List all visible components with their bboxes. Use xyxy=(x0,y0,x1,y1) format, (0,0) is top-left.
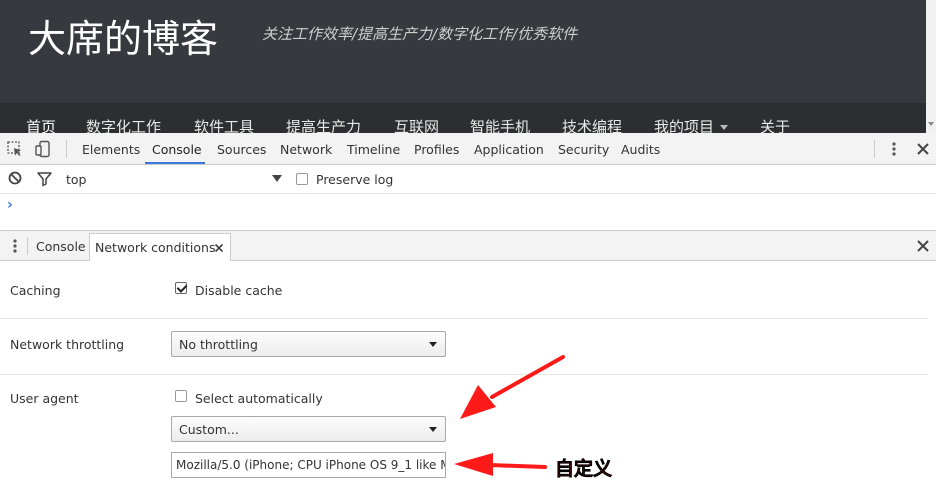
annotation-label: 自定义 xyxy=(555,458,613,481)
blog-nav: 首页 数字化工作 软件工具 提高生产力 互联网 智能手机 技术编程 我的项目 关… xyxy=(0,103,926,133)
nav-item-about[interactable]: 关于 xyxy=(760,116,790,133)
tab-security[interactable]: Security xyxy=(558,142,609,157)
blog-title[interactable]: 大席的博客 xyxy=(28,8,218,63)
toolbar-divider xyxy=(66,140,67,158)
user-agent-preset-select[interactable]: Custom... xyxy=(171,416,446,442)
select-automatically-label[interactable]: Select automatically xyxy=(195,391,323,406)
nav-item-my-projects[interactable]: 我的项目 xyxy=(654,116,729,133)
user-agent-preset-value: Custom... xyxy=(179,422,239,437)
chevron-down-icon xyxy=(429,342,437,347)
network-throttling-label: Network throttling xyxy=(10,337,125,352)
network-throttling-value: No throttling xyxy=(179,337,258,352)
drawer-tab-network-conditions[interactable]: Network conditions xyxy=(89,233,231,262)
tab-sources[interactable]: Sources xyxy=(217,142,266,157)
blog-header: 大席的博客 关注工作效率/提高生产力/数字化工作/优秀软件 首页 数字化工作 软… xyxy=(0,0,926,133)
preserve-log-label[interactable]: Preserve log xyxy=(316,172,393,187)
nav-item-smartphone[interactable]: 智能手机 xyxy=(470,116,530,133)
device-mode-icon[interactable] xyxy=(34,140,52,158)
preserve-log-checkbox[interactable] xyxy=(296,173,308,185)
network-conditions-panel: Caching Disable cache Network throttling… xyxy=(0,261,936,489)
console-toolbar: top Preserve log xyxy=(0,165,936,194)
user-agent-input-value: Mozilla/5.0 (iPhone; CPU iPhone OS 9_1 l… xyxy=(176,458,445,472)
drawer-tab-console[interactable]: Console xyxy=(36,239,86,254)
tab-console[interactable]: Console xyxy=(152,142,202,157)
console-prompt-icon: › xyxy=(7,197,13,213)
close-drawer-icon[interactable] xyxy=(914,237,932,255)
divider xyxy=(0,318,928,319)
page-scrollbar[interactable] xyxy=(926,0,936,133)
nav-item-my-projects-label: 我的项目 xyxy=(654,118,715,133)
user-agent-label: User agent xyxy=(10,391,79,406)
scroll-down-arrow-icon[interactable] xyxy=(928,122,934,126)
nav-item-software-tools[interactable]: 软件工具 xyxy=(194,116,254,133)
nav-item-digital-work[interactable]: 数字化工作 xyxy=(86,116,161,133)
nav-item-home[interactable]: 首页 xyxy=(26,116,56,133)
chevron-down-icon xyxy=(720,125,729,130)
clear-console-icon[interactable] xyxy=(7,170,25,188)
tab-timeline[interactable]: Timeline xyxy=(347,142,400,157)
tab-audits[interactable]: Audits xyxy=(621,142,660,157)
disable-cache-checkbox[interactable] xyxy=(175,282,187,294)
drawer-toolbar: Console Network conditions xyxy=(0,231,936,262)
tab-profiles[interactable]: Profiles xyxy=(414,142,459,157)
nav-item-internet[interactable]: 互联网 xyxy=(394,116,439,133)
divider xyxy=(0,374,928,375)
active-tab-indicator xyxy=(145,162,205,164)
drawer-menu-icon[interactable] xyxy=(6,237,24,255)
network-throttling-select[interactable]: No throttling xyxy=(171,331,446,357)
nav-item-productivity[interactable]: 提高生产力 xyxy=(286,116,361,133)
toolbar-divider xyxy=(27,237,28,255)
drawer-tab-network-conditions-label: Network conditions xyxy=(95,240,216,255)
close-devtools-icon[interactable] xyxy=(914,140,932,158)
caching-label: Caching xyxy=(10,283,61,298)
tab-network[interactable]: Network xyxy=(280,142,332,157)
toolbar-divider xyxy=(874,140,875,158)
user-agent-input[interactable]: Mozilla/5.0 (iPhone; CPU iPhone OS 9_1 l… xyxy=(171,452,446,478)
filter-icon[interactable] xyxy=(36,170,54,188)
console-output[interactable]: › xyxy=(0,194,936,231)
context-select[interactable]: top xyxy=(66,172,86,187)
select-automatically-checkbox[interactable] xyxy=(175,390,187,402)
context-dropdown-arrow-icon[interactable] xyxy=(272,175,282,182)
blog-tagline: 关注工作效率/提高生产力/数字化工作/优秀软件 xyxy=(262,25,578,43)
disable-cache-label[interactable]: Disable cache xyxy=(195,283,282,298)
inspect-element-icon[interactable] xyxy=(6,140,24,158)
more-options-icon[interactable] xyxy=(885,140,903,158)
tab-elements[interactable]: Elements xyxy=(82,142,140,157)
tab-application[interactable]: Application xyxy=(474,142,544,157)
chevron-down-icon xyxy=(429,427,437,432)
devtools-toolbar: Elements Console Sources Network Timelin… xyxy=(0,133,936,165)
nav-item-programming[interactable]: 技术编程 xyxy=(562,116,622,133)
close-tab-icon[interactable] xyxy=(214,243,224,253)
